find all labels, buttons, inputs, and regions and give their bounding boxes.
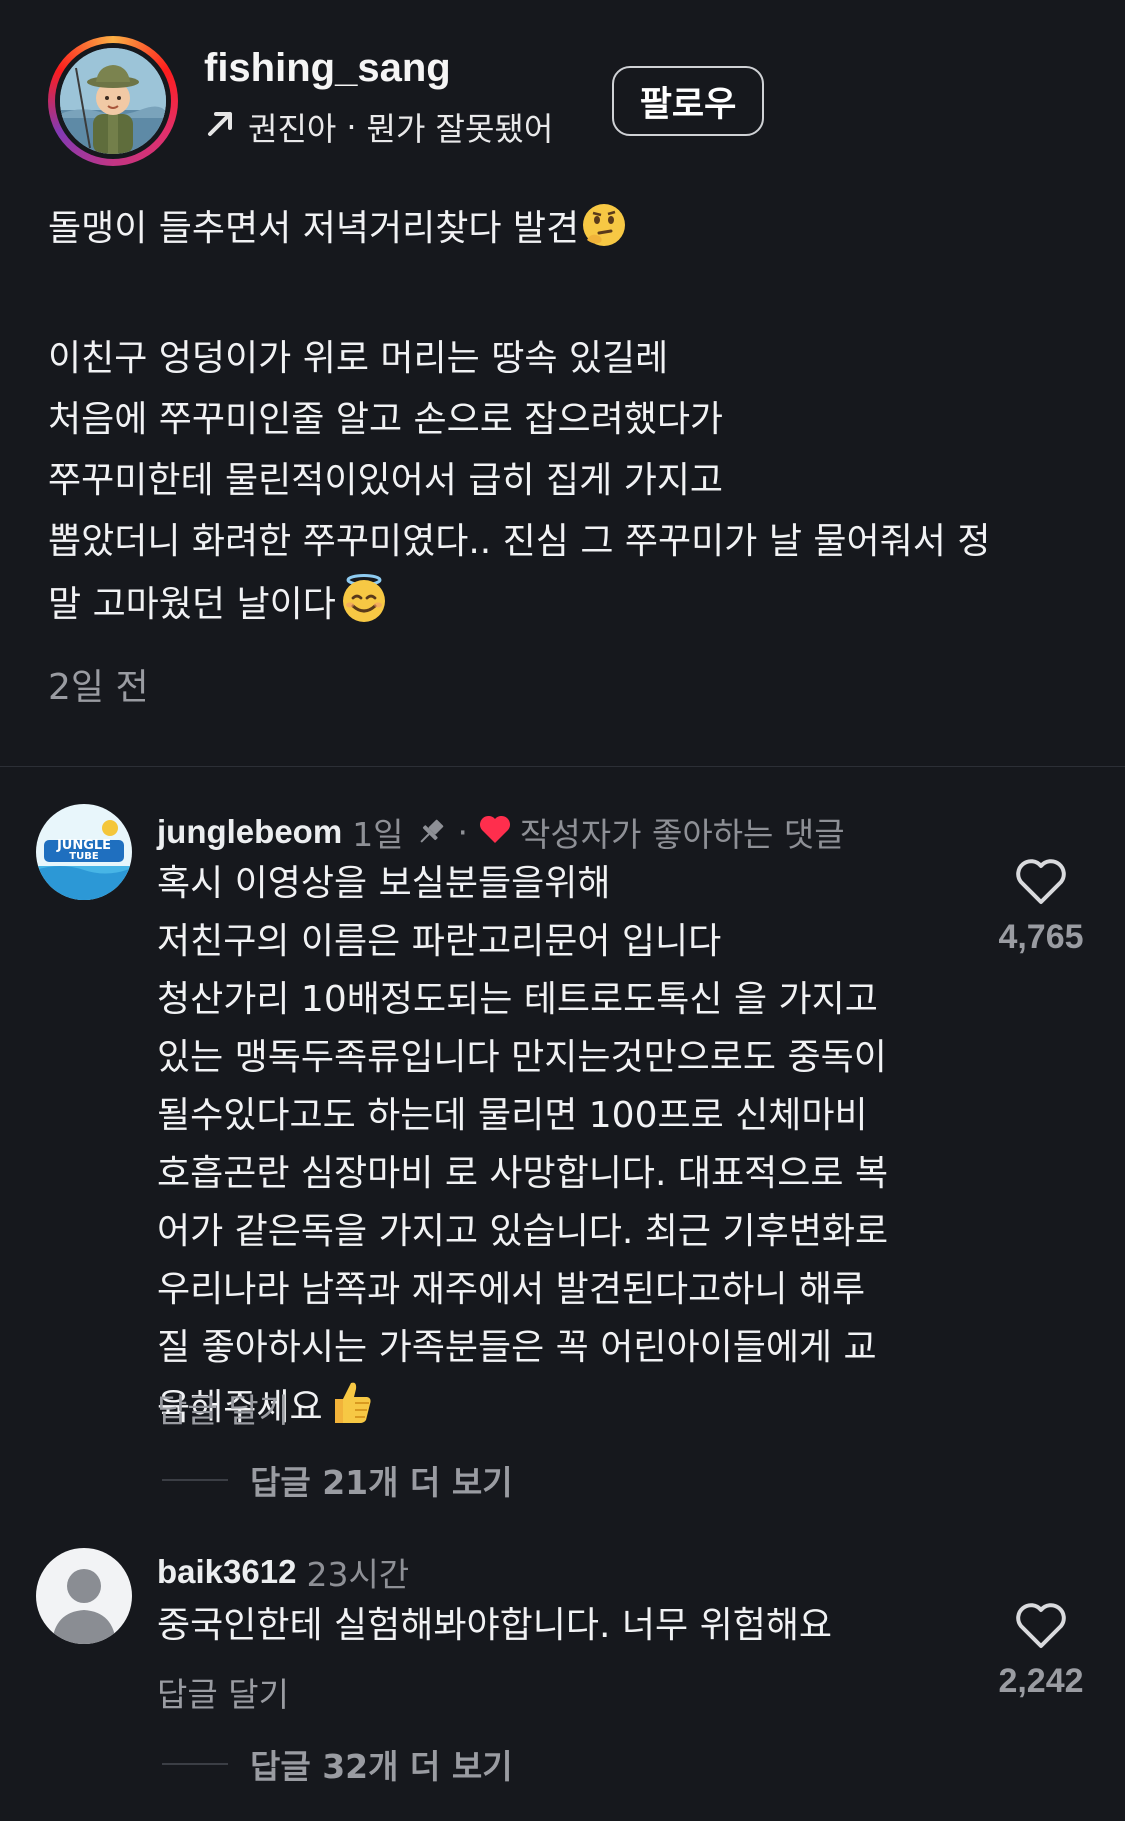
follow-button[interactable]: 팔로우 bbox=[612, 66, 764, 136]
audio-separator: · bbox=[346, 108, 357, 146]
caption-line: 처음에 쭈꾸미인줄 알고 손으로 잡으려했다가 bbox=[48, 399, 724, 440]
post-caption: 돌맹이 들추면서 저녁거리찾다 발견 이친구 엉덩이가 위로 머리는 땅속 있길… bbox=[48, 198, 1078, 643]
author-avatar[interactable] bbox=[48, 36, 178, 166]
comment-body: 중국인한테 실험해봐야합니다. 너무 위험해요 bbox=[157, 1597, 977, 1655]
heart-outline-icon[interactable] bbox=[1015, 1603, 1067, 1654]
red-heart-icon bbox=[478, 813, 512, 852]
caption-line: 쭈꾸미한테 물린적이있어서 급히 집게 가지고 bbox=[48, 460, 724, 501]
pin-icon bbox=[414, 815, 448, 849]
commenter-avatar[interactable] bbox=[36, 1548, 132, 1644]
comment-line: 중국인한테 실험해봐야합니다. 너무 위험해요 bbox=[157, 1605, 833, 1646]
view-more-replies-label: 답글 21개 더 보기 bbox=[250, 1463, 513, 1502]
like-count: 2,242 bbox=[998, 1662, 1084, 1700]
heart-outline-icon[interactable] bbox=[1015, 859, 1067, 910]
thumbs-up-emoji bbox=[325, 1377, 375, 1445]
comment-timestamp: 1일 bbox=[352, 815, 404, 854]
audio-title: 뭔가 잘못됐어 bbox=[366, 110, 554, 148]
author-username[interactable]: fishing_sang bbox=[204, 46, 451, 91]
view-more-replies[interactable]: 답글 21개 더 보기 bbox=[162, 1456, 513, 1504]
comment-like[interactable]: 4,765 bbox=[976, 858, 1106, 957]
like-count: 4,765 bbox=[998, 918, 1084, 956]
view-more-replies[interactable]: 답글 32개 더 보기 bbox=[162, 1740, 513, 1788]
comment-line: 혹시 이영상을 보실분들을위해 bbox=[157, 863, 611, 904]
audio-artist: 권진아 bbox=[248, 110, 337, 148]
comment-header: junglebeom 1일 · 작성자가 좋아하는 댓글 bbox=[157, 808, 845, 856]
reply-thread-line bbox=[162, 1763, 228, 1765]
thinking-face-emoji bbox=[581, 202, 627, 267]
divider bbox=[0, 766, 1125, 767]
author-liked-indicator: 작성자가 좋아하는 댓글 bbox=[478, 808, 845, 856]
separator: · bbox=[457, 812, 469, 852]
comment-timestamp: 23시간 bbox=[306, 1555, 410, 1594]
comment-like[interactable]: 2,242 bbox=[976, 1602, 1106, 1701]
commenter-avatar[interactable]: JUNGLE TUBE bbox=[36, 804, 132, 900]
comment-line: 우리나라 남쪽과 재주에서 발견된다고하니 해루 bbox=[157, 1269, 866, 1310]
comment-line: 질 좋아하시는 가족분들은 꼭 어린아이들에게 교 bbox=[157, 1327, 877, 1368]
reply-thread-line bbox=[162, 1479, 228, 1481]
arrow-up-right-icon bbox=[204, 106, 238, 148]
comment-line: 어가 같은독을 가지고 있습니다. 최근 기후변화로 bbox=[157, 1211, 889, 1252]
avatar-illustration bbox=[60, 48, 166, 154]
caption-line: 돌맹이 들추면서 저녁거리찾다 발견 bbox=[48, 208, 580, 249]
comment-line: 될수있다고도 하는데 물리면 100프로 신체마비 bbox=[157, 1095, 868, 1136]
avatar-text: TUBE bbox=[69, 851, 99, 862]
comment-line: 청산가리 10배정도되는 테트로도톡신 을 가지고 bbox=[157, 979, 878, 1020]
comment-line: 저친구의 이름은 파란고리문어 입니다 bbox=[157, 921, 722, 962]
reply-button[interactable]: 답글 달기 bbox=[157, 1384, 289, 1432]
caption-line: 뽑았더니 화려한 쭈꾸미였다.. 진심 그 쭈꾸미가 날 물어줘서 정 bbox=[48, 521, 991, 562]
comment-line: 있는 맹독두족류입니다 만지는것만으로도 중독이 bbox=[157, 1037, 887, 1078]
comment-body: 혹시 이영상을 보실분들을위해 저친구의 이름은 파란고리문어 입니다 청산가리… bbox=[157, 855, 977, 1445]
comment-header: baik3612 23시간 bbox=[157, 1548, 409, 1596]
comment-line: 호흡곤란 심장마비 로 사망합니다. 대표적으로 복 bbox=[157, 1153, 889, 1194]
reply-button[interactable]: 답글 달기 bbox=[157, 1668, 289, 1716]
view-more-replies-label: 답글 32개 더 보기 bbox=[250, 1747, 513, 1786]
caption-line: 이친구 엉덩이가 위로 머리는 땅속 있길레 bbox=[48, 338, 669, 379]
comment-username[interactable]: baik3612 bbox=[157, 1553, 296, 1591]
caption-line: 말 고마웠던 날이다 bbox=[48, 584, 336, 625]
comment-username[interactable]: junglebeom bbox=[157, 813, 342, 851]
audio-attribution[interactable]: 권진아 · 뭔가 잘못됐어 bbox=[204, 104, 553, 150]
avatar-text: JUNGLE bbox=[56, 838, 112, 853]
post-timestamp: 2일 전 bbox=[48, 667, 149, 708]
smiling-face-with-halo-emoji bbox=[338, 572, 390, 643]
author-liked-label: 작성자가 좋아하는 댓글 bbox=[520, 815, 845, 854]
